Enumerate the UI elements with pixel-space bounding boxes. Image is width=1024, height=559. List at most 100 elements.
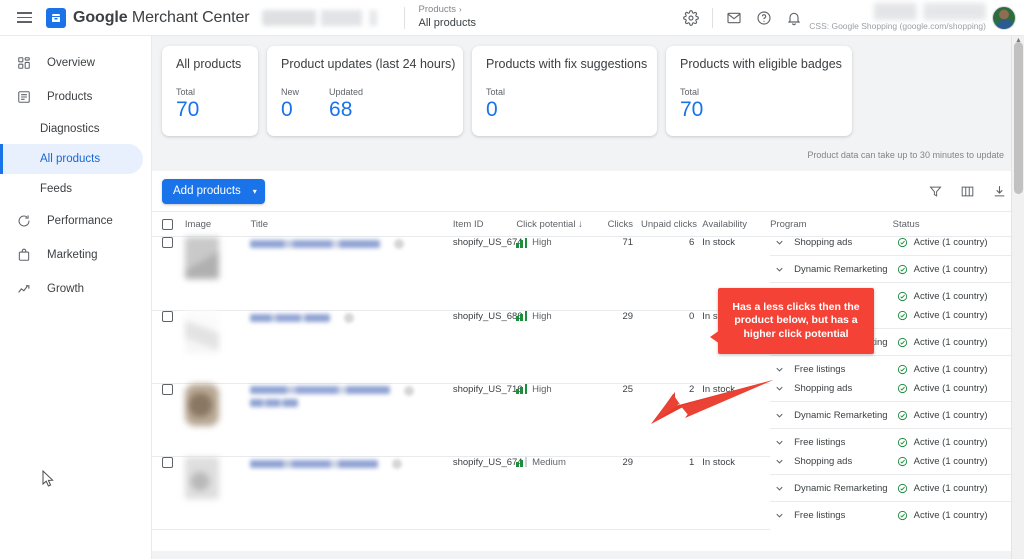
vertical-scrollbar[interactable]: ▲: [1011, 36, 1024, 559]
click-potential-label: High: [532, 310, 552, 322]
card-metric: Total 70: [176, 87, 199, 122]
row-unpaid-clicks: 6: [641, 236, 703, 311]
chevron-down-icon[interactable]: [774, 364, 785, 375]
row-select-cell: [152, 456, 185, 530]
column-header-clicks[interactable]: Clicks: [592, 211, 642, 238]
sidebar-item-diagnostics[interactable]: Diagnostics: [0, 114, 143, 144]
column-header-availability[interactable]: Availability: [702, 211, 771, 238]
breadcrumb: Products › All products: [419, 4, 476, 31]
card-metric: New 0: [281, 87, 299, 122]
table-row[interactable]: shopify_US_686 High 29 0 In stock: [152, 310, 1024, 384]
row-image-cell: [184, 310, 251, 384]
bell-icon[interactable]: [779, 3, 809, 33]
card-all-products: All products Total 70: [162, 46, 258, 137]
sidebar-item-marketing[interactable]: Marketing: [0, 238, 143, 272]
metric-label: Updated: [329, 87, 364, 97]
click-potential-bars-icon: [516, 457, 528, 468]
status-text: Active (1 country): [913, 482, 988, 494]
sidebar-item-overview[interactable]: Overview: [0, 46, 143, 80]
column-header-item-id[interactable]: Item ID: [452, 211, 517, 238]
row-checkbox[interactable]: [162, 456, 173, 468]
gear-icon[interactable]: [676, 3, 706, 33]
row-unpaid-clicks: 0: [641, 310, 703, 384]
product-title-link[interactable]: [250, 240, 381, 249]
mail-icon[interactable]: [719, 3, 749, 33]
app-logo[interactable]: Google Merchant Center: [46, 7, 250, 28]
status-row: Active (1 country): [892, 302, 1024, 330]
avatar[interactable]: [992, 5, 1016, 30]
chevron-down-icon[interactable]: [774, 237, 785, 248]
sidebar-item-label: Growth: [47, 283, 85, 295]
chevron-down-icon[interactable]: [774, 264, 785, 275]
row-item-id: shopify_US_674: [452, 236, 523, 311]
card-fix-suggestions: Products with fix suggestions Total 0: [472, 46, 657, 137]
chevron-down-icon: ▾: [252, 186, 257, 196]
red-arrow-annotation: [651, 380, 773, 424]
chevron-down-icon[interactable]: [774, 410, 785, 421]
sidebar-item-products[interactable]: Products: [0, 80, 143, 114]
program-name: Free listings: [794, 437, 846, 449]
breadcrumb-parent[interactable]: Products: [419, 4, 457, 16]
row-clicks: 29: [592, 456, 642, 530]
program-row[interactable]: Shopping ads: [770, 448, 893, 476]
status-row: Active (1 country): [892, 475, 1024, 503]
sidebar-item-feeds[interactable]: Feeds: [0, 174, 143, 204]
chevron-down-icon[interactable]: [774, 383, 785, 394]
download-icon[interactable]: [990, 182, 1008, 200]
table-row[interactable]: shopify_US_716 High 25 2 In stock Shoppi…: [152, 383, 1024, 457]
check-circle-icon: [897, 310, 908, 321]
brand-name: Google Merchant Center: [73, 9, 250, 27]
chevron-down-icon[interactable]: [774, 510, 785, 521]
row-checkbox[interactable]: [162, 383, 173, 395]
program-row[interactable]: Dynamic Remarketing: [770, 475, 893, 503]
add-products-button[interactable]: Add products ▾: [162, 178, 265, 204]
select-all-checkbox[interactable]: [162, 219, 173, 231]
product-thumbnail[interactable]: [184, 383, 219, 426]
top-header: Google Merchant Center Products › All pr…: [0, 0, 1024, 36]
program-row[interactable]: Shopping ads: [770, 375, 893, 403]
program-row[interactable]: Free listings: [770, 502, 893, 529]
product-thumbnail[interactable]: [184, 456, 219, 499]
row-checkbox[interactable]: [162, 310, 173, 322]
product-title-link[interactable]: [250, 313, 331, 322]
help-icon[interactable]: [749, 3, 779, 33]
check-circle-icon: [897, 483, 908, 494]
program-row[interactable]: Shopping ads: [770, 229, 893, 257]
filter-icon[interactable]: [926, 182, 944, 200]
row-status-cell: Active (1 country) Active (1 country) Ac…: [892, 310, 1024, 383]
badge-icon: [344, 312, 355, 323]
metric-label: Total: [176, 87, 196, 97]
table-row[interactable]: shopify_US_674 High 71 6 In stock Shoppi…: [152, 236, 1024, 311]
check-circle-icon: [897, 364, 908, 375]
column-header-title[interactable]: Title: [250, 211, 453, 238]
product-thumbnail[interactable]: [184, 310, 219, 353]
row-item-id: shopify_US_686: [452, 310, 523, 384]
columns-icon[interactable]: [958, 182, 976, 200]
status-text: Active (1 country): [913, 309, 988, 321]
account-selector[interactable]: [261, 9, 390, 26]
metric-value: 70: [680, 98, 704, 121]
toolbar-icons: [926, 182, 1008, 200]
table-row[interactable]: shopify_US_674 Medium 29 1 In stock Shop…: [152, 456, 1024, 530]
row-checkbox[interactable]: [162, 237, 173, 249]
sidebar-item-growth[interactable]: Growth: [0, 272, 143, 306]
scrollbar-thumb[interactable]: [1014, 42, 1023, 194]
click-potential-bars-icon: [516, 384, 528, 395]
program-row[interactable]: Dynamic Remarketing: [770, 402, 893, 430]
program-row[interactable]: Dynamic Remarketing: [770, 256, 893, 284]
chevron-down-icon[interactable]: [774, 437, 785, 448]
product-title-link[interactable]: [250, 385, 391, 407]
product-title-link[interactable]: [250, 459, 379, 468]
chevron-down-icon[interactable]: [774, 456, 785, 467]
hamburger-menu-icon[interactable]: [6, 0, 42, 36]
column-header-unpaid-clicks[interactable]: Unpaid clicks: [641, 211, 703, 238]
column-header-image[interactable]: Image: [184, 211, 251, 238]
sidebar-item-all-products[interactable]: All products: [0, 144, 143, 174]
column-header-click-potential[interactable]: Click potential ↓: [516, 211, 593, 238]
sidebar-item-performance[interactable]: Performance: [0, 204, 143, 238]
brand-bold: Google: [73, 8, 128, 26]
row-status-cell: Active (1 country) Active (1 country) Ac…: [892, 456, 1024, 529]
chevron-down-icon[interactable]: [774, 483, 785, 494]
product-thumbnail[interactable]: [184, 237, 219, 280]
row-click-potential: High: [516, 383, 593, 457]
